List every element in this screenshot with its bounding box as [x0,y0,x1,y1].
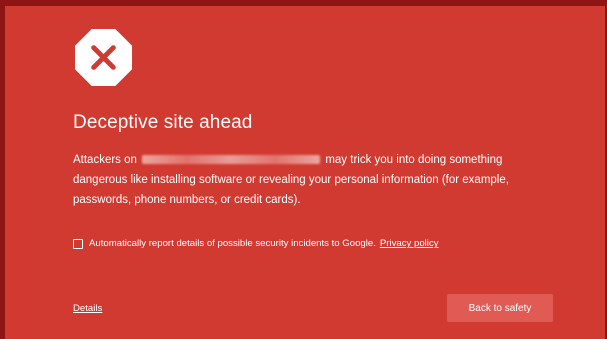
warning-message-prefix: Attackers on [73,154,137,166]
report-checkbox-label: Automatically report details of possible… [89,238,376,249]
privacy-policy-link[interactable]: Privacy policy [380,238,439,249]
warning-message: Attackers on may trick you into doing so… [73,150,543,210]
error-x-octagon-icon [74,28,133,87]
report-checkbox[interactable] [73,238,83,249]
report-row: Automatically report details of possible… [73,238,439,249]
page-title: Deceptive site ahead [73,112,253,133]
interstitial-page: Deceptive site ahead Attackers on may tr… [5,6,605,339]
details-link[interactable]: Details [73,303,102,314]
redacted-site-url [142,155,321,164]
back-to-safety-button[interactable]: Back to safety [447,294,553,322]
